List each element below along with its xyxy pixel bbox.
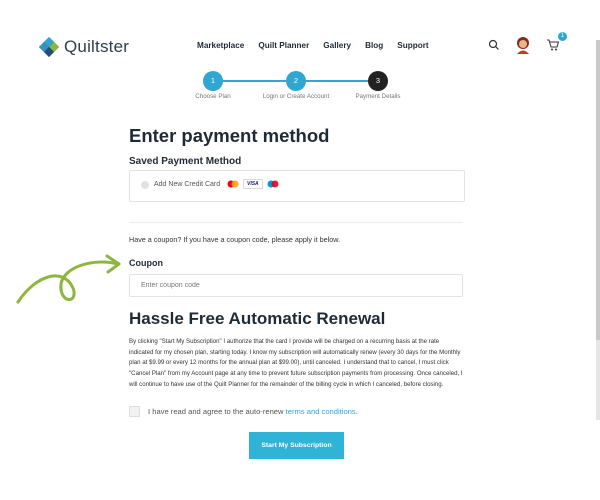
cart-button[interactable]: 1 [546,32,567,52]
add-card-radio[interactable] [141,181,149,189]
step-3-label: Payment Details [355,93,401,100]
main-nav: Marketplace Quilt Planner Gallery Blog S… [197,41,429,50]
terms-link[interactable]: terms and conditions [286,407,356,416]
mastercard-icon [227,180,239,188]
coupon-input[interactable] [129,274,463,297]
hand-drawn-arrow-icon [16,254,121,304]
scrollbar-thumb[interactable] [596,40,600,340]
step-1: 1 [203,71,223,91]
saved-payment-box[interactable]: Add New Credit Card VISA [129,170,465,202]
agree-row: I have read and agree to the auto-renew … [129,406,358,417]
saved-payment-heading: Saved Payment Method [129,156,242,167]
step-connector-2 [306,80,368,82]
maestro-icon [267,180,279,188]
agree-checkbox[interactable] [129,406,140,417]
nav-item-quilt-planner[interactable]: Quilt Planner [258,41,309,50]
agree-text: I have read and agree to the auto-renew … [148,407,358,416]
brand-name: Quiltster [64,37,130,56]
visa-icon: VISA [243,179,263,189]
nav-item-marketplace[interactable]: Marketplace [197,41,244,50]
agree-label: I have read and agree to the auto-renew [148,407,284,416]
step-1-label: Choose Plan [195,93,231,100]
page-title: Enter payment method [129,125,330,146]
cart-count-badge: 1 [558,32,567,41]
quilt-logo-icon [39,37,59,57]
nav-item-gallery[interactable]: Gallery [323,41,351,50]
header-icons: 1 [488,32,567,54]
nav-item-blog[interactable]: Blog [365,41,383,50]
step-connector-1 [223,80,286,82]
coupon-heading: Coupon [129,258,163,268]
nav-item-support[interactable]: Support [397,41,428,50]
start-subscription-button[interactable]: Start My Subscription [249,432,344,459]
search-icon[interactable] [488,39,500,51]
step-2: 2 [286,71,306,91]
renewal-terms-text: By clicking "Start My Subscription" I au… [129,338,463,388]
coupon-question: Have a coupon? If you have a coupon code… [129,235,340,244]
brand-logo[interactable]: Quiltster [38,36,129,58]
cart-icon [547,39,560,51]
section-divider [129,222,463,223]
step-2-label: Login or Create Account [262,93,330,100]
card-brand-icons: VISA [227,179,279,189]
add-card-label: Add New Credit Card [154,181,221,188]
renewal-heading: Hassle Free Automatic Renewal [129,309,386,328]
step-3: 3 [368,71,388,91]
agree-suffix: . [355,407,358,416]
avatar[interactable] [514,36,532,54]
